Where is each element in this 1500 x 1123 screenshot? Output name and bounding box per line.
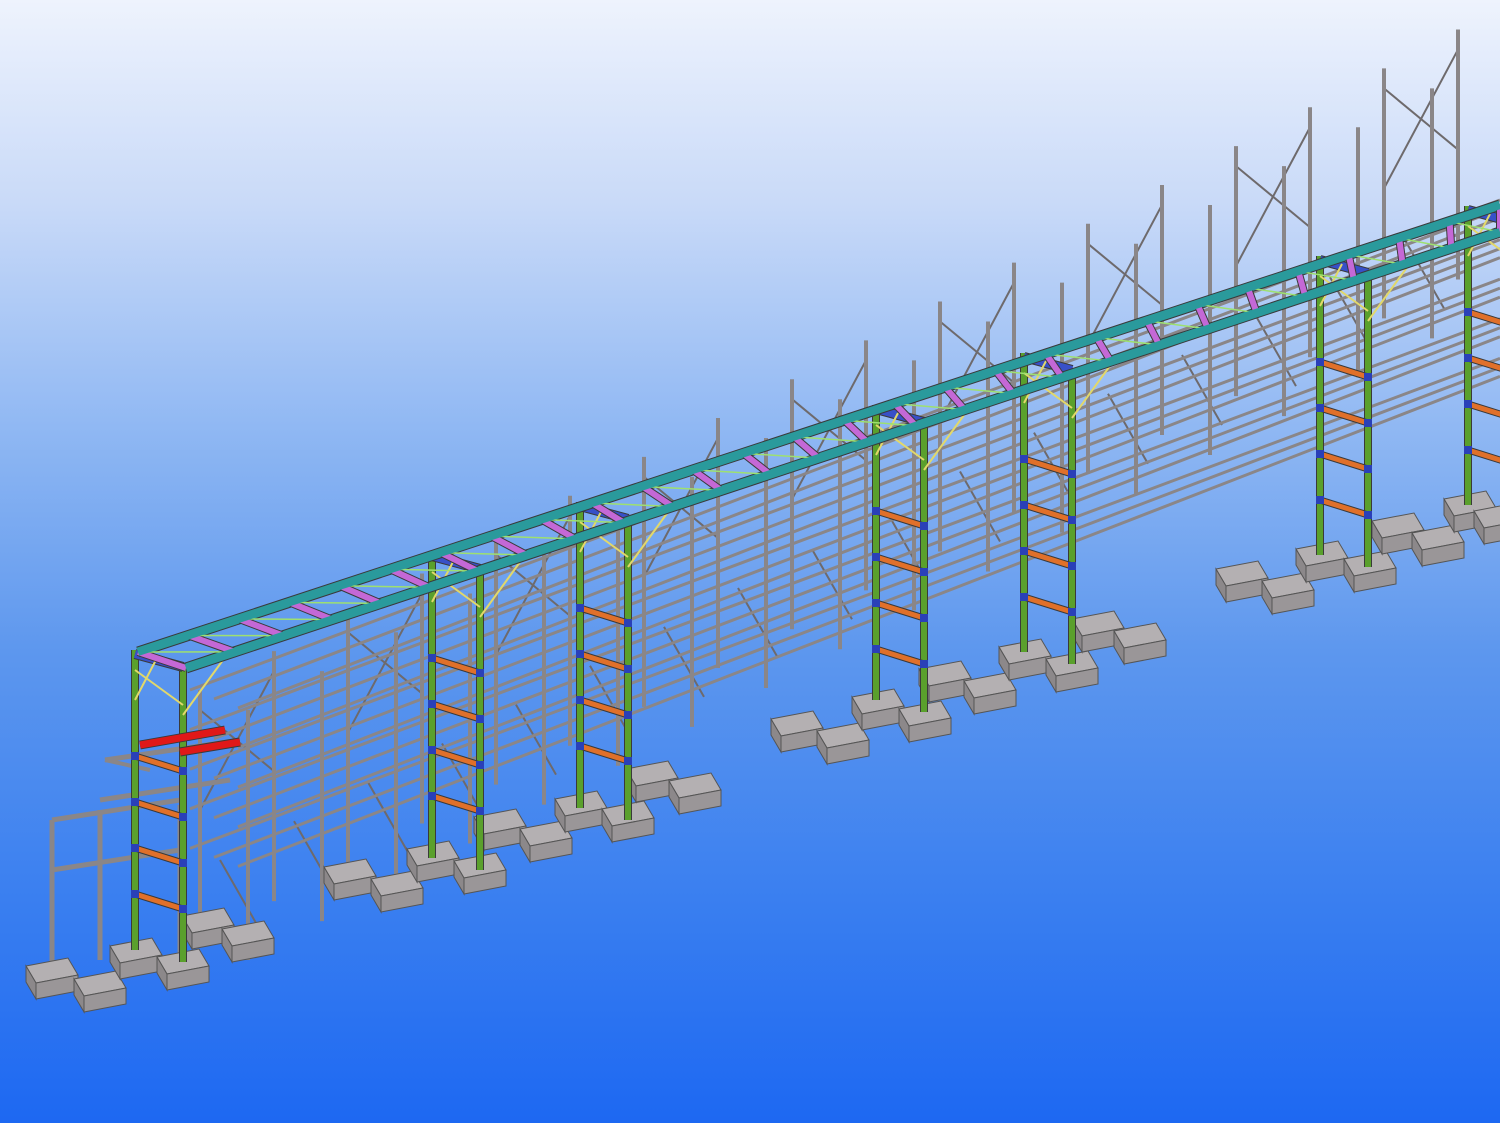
grey-brace — [1383, 49, 1459, 189]
grey-knee-brace — [367, 781, 409, 853]
connection-node — [1316, 450, 1324, 458]
connection-node — [624, 619, 632, 627]
connection-node — [1464, 308, 1472, 316]
grey-runner — [213, 247, 1500, 741]
connection-node — [576, 742, 584, 750]
connection-node — [624, 711, 632, 719]
grey-runner — [189, 277, 1500, 771]
grey-knee-brace — [737, 587, 779, 659]
grey-runner — [189, 238, 1500, 732]
green-lacing — [1045, 353, 1111, 362]
connection-node — [1364, 465, 1372, 473]
magenta-purlin — [288, 599, 334, 623]
orange-beam — [1319, 497, 1369, 518]
orange-beam — [875, 646, 925, 667]
connection-node — [428, 700, 436, 708]
magenta-purlin — [187, 632, 236, 655]
orange-beam — [1319, 451, 1369, 472]
connection-node — [179, 813, 187, 821]
green-lacing — [238, 618, 333, 621]
connection-node — [428, 792, 436, 800]
grey-frame-layer — [49, 29, 1500, 970]
connection-node — [131, 752, 139, 760]
connection-node — [476, 669, 484, 677]
connection-node — [576, 604, 584, 612]
connection-node — [576, 696, 584, 704]
connection-node — [920, 568, 928, 576]
magenta-purlin — [237, 616, 285, 639]
connection-node — [1316, 404, 1324, 412]
steel-structure-model — [25, 29, 1500, 1014]
connection-node — [476, 761, 484, 769]
connection-node — [1464, 354, 1472, 362]
connection-node — [428, 654, 436, 662]
connection-node — [1464, 400, 1472, 408]
grey-brace — [1235, 126, 1311, 267]
connection-node — [920, 660, 928, 668]
magenta-purlin — [842, 418, 870, 445]
connection-node — [920, 522, 928, 530]
connection-node — [1020, 547, 1028, 555]
connection-node — [1068, 516, 1076, 524]
connection-node — [179, 859, 187, 867]
connection-node — [624, 665, 632, 673]
connection-node — [1020, 455, 1028, 463]
connection-node — [624, 757, 632, 765]
connection-node — [179, 767, 187, 775]
orange-beam — [579, 743, 629, 764]
connection-node — [1316, 358, 1324, 366]
connection-node — [1316, 496, 1324, 504]
connection-node — [1364, 511, 1372, 519]
connection-node — [1464, 446, 1472, 454]
connection-node — [1364, 373, 1372, 381]
connection-node — [476, 807, 484, 815]
connection-node — [1068, 608, 1076, 616]
connection-node — [872, 507, 880, 515]
connection-node — [872, 553, 880, 561]
connection-node — [131, 890, 139, 898]
connection-node — [131, 844, 139, 852]
orange-beam — [1023, 594, 1073, 615]
connection-node — [1020, 501, 1028, 509]
connection-node — [1068, 562, 1076, 570]
connection-node — [131, 798, 139, 806]
connection-node — [476, 715, 484, 723]
connection-node — [1364, 419, 1372, 427]
connection-node — [179, 905, 187, 913]
connection-node — [1068, 470, 1076, 478]
3d-model-viewport[interactable] — [0, 0, 1500, 1123]
connection-node — [428, 746, 436, 754]
magenta-purlin — [338, 583, 382, 607]
connection-node — [872, 645, 880, 653]
connection-node — [920, 614, 928, 622]
connection-node — [1020, 593, 1028, 601]
connection-node — [872, 599, 880, 607]
magenta-purlin — [791, 434, 821, 461]
orange-beam — [134, 891, 184, 912]
connection-node — [576, 650, 584, 658]
